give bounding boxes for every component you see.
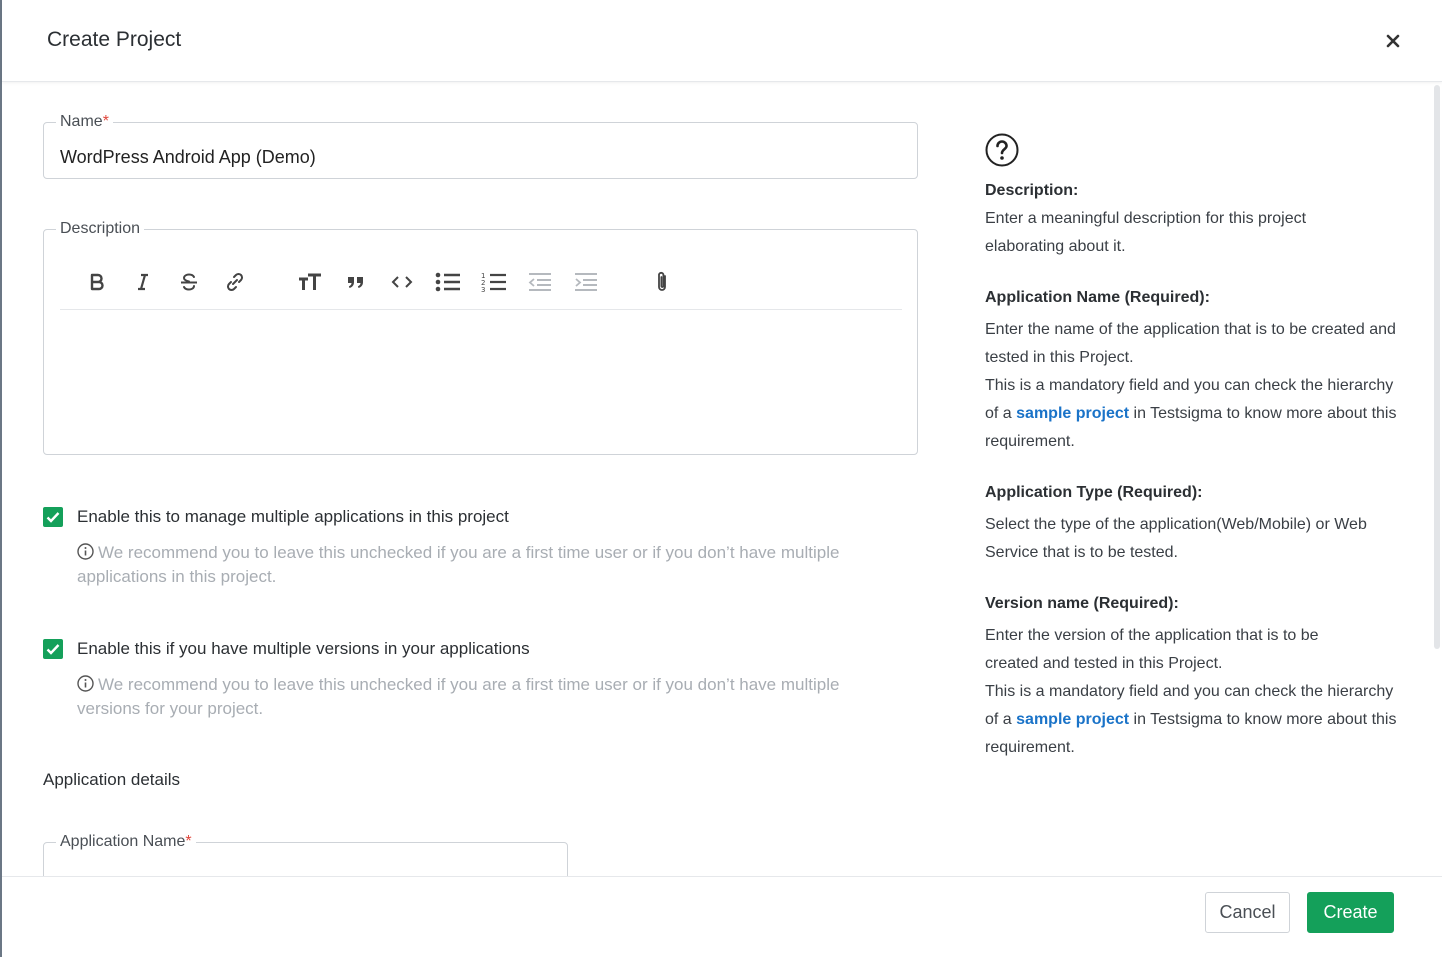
- application-details-title: Application details: [43, 770, 181, 789]
- application-name-label: Application Name*: [60, 833, 192, 850]
- create-button[interactable]: Create: [1307, 892, 1394, 933]
- info-icon: [77, 543, 94, 566]
- description-field: Description 1 2 3: [43, 220, 918, 455]
- code-icon[interactable]: [387, 267, 417, 297]
- bullet-list-icon[interactable]: [433, 267, 463, 297]
- sample-project-link[interactable]: sample project: [1016, 711, 1129, 728]
- help-panel: Description: Enter a meaningful descript…: [985, 133, 1405, 762]
- quote-icon[interactable]: [341, 267, 371, 297]
- multi-app-label: Enable this to manage multiple applicati…: [77, 507, 509, 526]
- description-editor[interactable]: [60, 318, 902, 458]
- dialog-footer: Cancel Create: [2, 876, 1442, 957]
- heading-icon[interactable]: [295, 267, 325, 297]
- application-name-input[interactable]: [60, 865, 550, 876]
- multi-version-hint: We recommend you to leave this unchecked…: [77, 674, 887, 720]
- help-app-type-text: Select the type of the application(Web/M…: [985, 516, 1367, 561]
- dialog-header: Create Project: [2, 0, 1442, 82]
- cancel-button[interactable]: Cancel: [1205, 892, 1290, 933]
- bold-icon[interactable]: [82, 267, 112, 297]
- multi-version-checkbox[interactable]: [43, 639, 63, 659]
- multi-app-hint: We recommend you to leave this unchecked…: [77, 542, 887, 588]
- close-icon[interactable]: [1382, 30, 1404, 52]
- help-app-name-note: This is a mandatory field and you can ch…: [985, 377, 1397, 450]
- help-app-type-heading: Application Type (Required):: [985, 484, 1203, 501]
- indent-icon[interactable]: [571, 267, 601, 297]
- multi-app-checkbox[interactable]: [43, 507, 63, 527]
- dialog-body: Name* Description: [2, 83, 1442, 876]
- help-app-name-text: Enter the name of the application that i…: [985, 321, 1396, 366]
- scrollbar[interactable]: [1434, 85, 1440, 649]
- multi-version-hint-text: We recommend you to leave this unchecked…: [77, 675, 840, 718]
- required-mark: *: [102, 113, 109, 130]
- multi-version-label: Enable this if you have multiple version…: [77, 639, 530, 658]
- strikethrough-icon[interactable]: [174, 267, 204, 297]
- attachment-icon[interactable]: [647, 267, 677, 297]
- numbered-list-icon[interactable]: 123: [479, 267, 509, 297]
- editor-toolbar: 123: [60, 260, 902, 310]
- help-version-heading: Version name (Required):: [985, 595, 1179, 612]
- dialog-title: Create Project: [47, 28, 182, 51]
- application-name-field: Application Name*: [43, 833, 568, 876]
- help-app-name-heading: Application Name (Required):: [985, 289, 1210, 306]
- info-icon: [77, 675, 94, 698]
- multi-app-hint-text: We recommend you to leave this unchecked…: [77, 543, 840, 586]
- description-label: Description: [60, 220, 141, 237]
- name-field: Name*: [43, 113, 918, 179]
- outdent-icon[interactable]: [525, 267, 555, 297]
- multi-version-option: Enable this if you have multiple version…: [43, 639, 530, 659]
- name-input[interactable]: [60, 147, 900, 168]
- help-description-text: Enter a meaningful description for this …: [985, 210, 1307, 255]
- question-circle-icon: [985, 133, 1019, 167]
- svg-text:3: 3: [481, 286, 485, 293]
- multi-app-option: Enable this to manage multiple applicati…: [43, 507, 509, 527]
- help-version-note: This is a mandatory field and you can ch…: [985, 683, 1397, 756]
- name-label: Name*: [60, 113, 109, 130]
- required-mark: *: [185, 833, 192, 850]
- help-version-text: Enter the version of the application tha…: [985, 627, 1319, 672]
- sample-project-link[interactable]: sample project: [1016, 405, 1129, 422]
- help-description-heading: Description:: [985, 182, 1079, 199]
- italic-icon[interactable]: [128, 267, 158, 297]
- link-icon[interactable]: [220, 267, 250, 297]
